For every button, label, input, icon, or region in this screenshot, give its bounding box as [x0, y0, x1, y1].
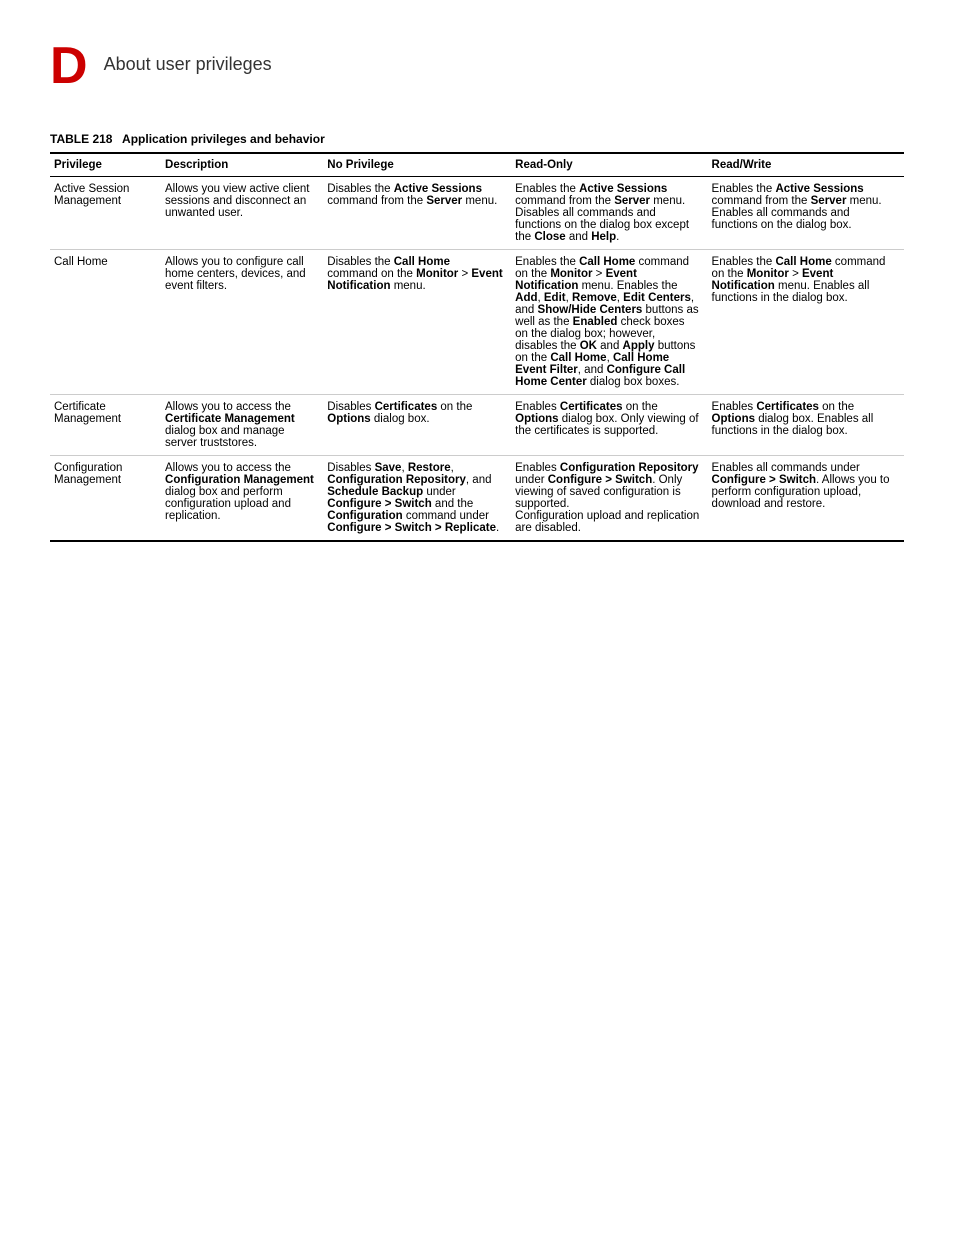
cell-description: Allows you view active client sessions a…	[161, 177, 323, 250]
cell-description: Allows you to configure call home center…	[161, 250, 323, 395]
col-header-privilege: Privilege	[50, 153, 161, 177]
cell-read-write: Enables the Call Home command on the Mon…	[708, 250, 904, 395]
table-row: Active Session ManagementAllows you view…	[50, 177, 904, 250]
col-header-noprivilege: No Privilege	[323, 153, 511, 177]
cell-description: Allows you to access the Configuration M…	[161, 456, 323, 542]
cell-no-privilege: Disables the Call Home command on the Mo…	[323, 250, 511, 395]
cell-read-write: Enables the Active Sessions command from…	[708, 177, 904, 250]
cell-description: Allows you to access the Certificate Man…	[161, 395, 323, 456]
table-id: TABLE 218	[50, 132, 119, 146]
cell-no-privilege: Disables the Active Sessions command fro…	[323, 177, 511, 250]
col-header-readonly: Read-Only	[511, 153, 707, 177]
cell-privilege: Configuration Management	[50, 456, 161, 542]
cell-privilege: Call Home	[50, 250, 161, 395]
cell-read-only: Enables Configuration Repository under C…	[511, 456, 707, 542]
table-row: Configuration ManagementAllows you to ac…	[50, 456, 904, 542]
chapter-letter: D	[50, 40, 88, 92]
col-header-readwrite: Read/Write	[708, 153, 904, 177]
cell-no-privilege: Disables Certificates on the Options dia…	[323, 395, 511, 456]
cell-read-only: Enables the Active Sessions command from…	[511, 177, 707, 250]
col-header-description: Description	[161, 153, 323, 177]
table-caption: Application privileges and behavior	[122, 132, 325, 146]
page-header: D About user privileges	[50, 40, 904, 92]
cell-read-only: Enables the Call Home command on the Mon…	[511, 250, 707, 395]
chapter-title: About user privileges	[104, 40, 272, 75]
table-label: TABLE 218 Application privileges and beh…	[50, 132, 904, 146]
cell-no-privilege: Disables Save, Restore, Configuration Re…	[323, 456, 511, 542]
table-row: Call HomeAllows you to configure call ho…	[50, 250, 904, 395]
cell-privilege: Active Session Management	[50, 177, 161, 250]
table-row: Certificate ManagementAllows you to acce…	[50, 395, 904, 456]
privileges-table: Privilege Description No Privilege Read-…	[50, 152, 904, 542]
table-header-row: Privilege Description No Privilege Read-…	[50, 153, 904, 177]
cell-read-write: Enables all commands under Configure > S…	[708, 456, 904, 542]
cell-read-write: Enables Certificates on the Options dial…	[708, 395, 904, 456]
cell-privilege: Certificate Management	[50, 395, 161, 456]
cell-read-only: Enables Certificates on the Options dial…	[511, 395, 707, 456]
